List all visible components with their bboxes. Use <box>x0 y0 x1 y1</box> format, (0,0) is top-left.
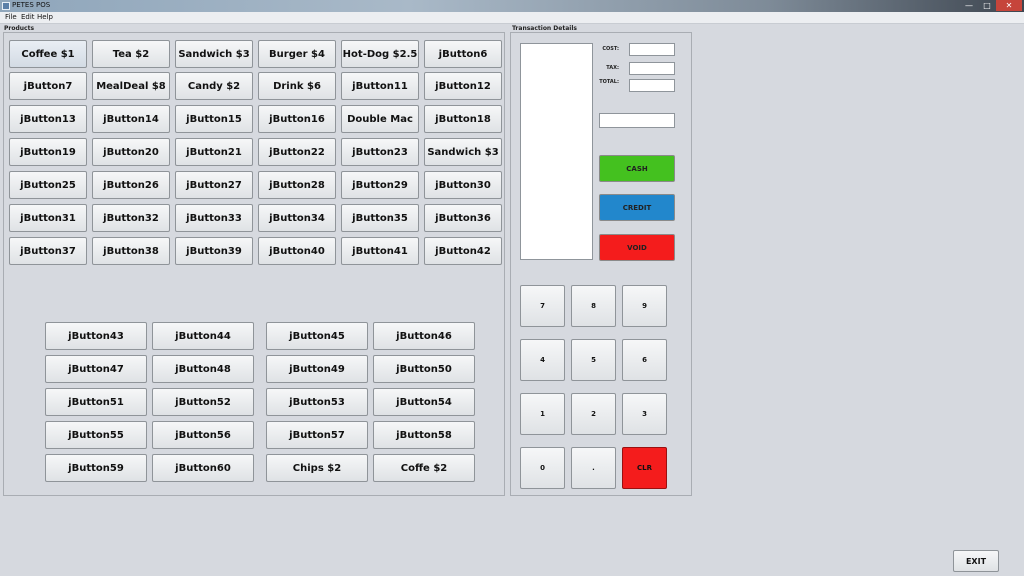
product-button[interactable]: Coffee $1 <box>9 40 87 68</box>
product-button[interactable]: jButton41 <box>341 237 419 265</box>
menu-file[interactable]: File <box>5 13 17 21</box>
product-button[interactable]: jButton29 <box>341 171 419 199</box>
menu-bar: File Edit Help <box>0 12 1024 24</box>
keypad-8-button[interactable]: 8 <box>571 285 616 327</box>
product-button[interactable]: jButton11 <box>341 72 419 100</box>
product-button[interactable]: jButton57 <box>266 421 368 449</box>
product-button[interactable]: jButton40 <box>258 237 336 265</box>
product-button[interactable]: jButton14 <box>92 105 170 133</box>
product-button[interactable]: Coffe $2 <box>373 454 475 482</box>
product-button[interactable]: Double Mac <box>341 105 419 133</box>
product-button[interactable]: Sandwich $3 <box>424 138 502 166</box>
transaction-label: Transaction Details <box>512 25 577 32</box>
product-button[interactable]: jButton44 <box>152 322 254 350</box>
product-button[interactable]: jButton47 <box>45 355 147 383</box>
product-button[interactable]: jButton35 <box>341 204 419 232</box>
cost-label: COST: <box>602 46 619 52</box>
product-button[interactable]: jButton42 <box>424 237 502 265</box>
product-button[interactable]: jButton58 <box>373 421 475 449</box>
tax-label: TAX: <box>606 65 619 71</box>
products-label: Products <box>4 25 35 32</box>
product-button[interactable]: jButton39 <box>175 237 253 265</box>
keypad-clear-button[interactable]: CLR <box>622 447 667 489</box>
amount-input[interactable] <box>599 113 675 128</box>
product-button[interactable]: jButton15 <box>175 105 253 133</box>
keypad-9-button[interactable]: 9 <box>622 285 667 327</box>
product-button[interactable]: jButton22 <box>258 138 336 166</box>
product-button[interactable]: jButton21 <box>175 138 253 166</box>
product-button[interactable]: jButton16 <box>258 105 336 133</box>
product-button[interactable]: jButton19 <box>9 138 87 166</box>
void-button[interactable]: VOID <box>599 234 675 261</box>
minimize-icon[interactable]: — <box>960 0 978 11</box>
product-button[interactable]: jButton18 <box>424 105 502 133</box>
product-button[interactable]: Candy $2 <box>175 72 253 100</box>
cash-button[interactable]: CASH <box>599 155 675 182</box>
product-button[interactable]: jButton33 <box>175 204 253 232</box>
product-button[interactable]: Burger $4 <box>258 40 336 68</box>
product-button[interactable]: jButton37 <box>9 237 87 265</box>
product-button[interactable]: jButton53 <box>266 388 368 416</box>
product-button[interactable]: jButton32 <box>92 204 170 232</box>
exit-button[interactable]: EXIT <box>953 550 999 572</box>
product-button[interactable]: jButton25 <box>9 171 87 199</box>
title-bar: PETES POS — □ ✕ <box>0 0 1024 12</box>
credit-button[interactable]: CREDIT <box>599 194 675 221</box>
product-button[interactable]: MealDeal $8 <box>92 72 170 100</box>
product-button[interactable]: Chips $2 <box>266 454 368 482</box>
product-button[interactable]: jButton56 <box>152 421 254 449</box>
product-button[interactable]: jButton6 <box>424 40 502 68</box>
product-button[interactable]: jButton54 <box>373 388 475 416</box>
product-button[interactable]: jButton27 <box>175 171 253 199</box>
keypad-4-button[interactable]: 4 <box>520 339 565 381</box>
product-button[interactable]: jButton7 <box>9 72 87 100</box>
product-button[interactable]: Drink $6 <box>258 72 336 100</box>
product-button[interactable]: jButton48 <box>152 355 254 383</box>
tax-field[interactable] <box>629 62 675 75</box>
product-button[interactable]: jButton28 <box>258 171 336 199</box>
product-button[interactable]: jButton20 <box>92 138 170 166</box>
product-button[interactable]: jButton13 <box>9 105 87 133</box>
product-button[interactable]: jButton31 <box>9 204 87 232</box>
product-button[interactable]: jButton59 <box>45 454 147 482</box>
product-button[interactable]: jButton23 <box>341 138 419 166</box>
keypad-1-button[interactable]: 1 <box>520 393 565 435</box>
total-label: TOTAL: <box>599 79 619 85</box>
keypad-2-button[interactable]: 2 <box>571 393 616 435</box>
app-icon <box>2 2 10 10</box>
cost-field[interactable] <box>629 43 675 56</box>
receipt-list[interactable] <box>520 43 593 260</box>
product-button[interactable]: Hot-Dog $2.5 <box>341 40 419 68</box>
keypad-5-button[interactable]: 5 <box>571 339 616 381</box>
keypad-3-button[interactable]: 3 <box>622 393 667 435</box>
menu-edit[interactable]: Edit <box>21 13 35 21</box>
product-button[interactable]: jButton30 <box>424 171 502 199</box>
maximize-icon[interactable]: □ <box>978 0 996 11</box>
total-field[interactable] <box>629 79 675 92</box>
product-button[interactable]: jButton43 <box>45 322 147 350</box>
product-button[interactable]: jButton46 <box>373 322 475 350</box>
product-button[interactable]: jButton55 <box>45 421 147 449</box>
keypad-6-button[interactable]: 6 <box>622 339 667 381</box>
window-controls: — □ ✕ <box>960 0 1022 12</box>
product-button[interactable]: Sandwich $3 <box>175 40 253 68</box>
product-button[interactable]: Tea $2 <box>92 40 170 68</box>
product-button[interactable]: jButton34 <box>258 204 336 232</box>
product-button[interactable]: jButton36 <box>424 204 502 232</box>
keypad-decimal-button[interactable]: . <box>571 447 616 489</box>
window-title: PETES POS <box>12 1 51 9</box>
product-button[interactable]: jButton49 <box>266 355 368 383</box>
product-button[interactable]: jButton12 <box>424 72 502 100</box>
keypad-7-button[interactable]: 7 <box>520 285 565 327</box>
menu-help[interactable]: Help <box>37 13 53 21</box>
product-button[interactable]: jButton26 <box>92 171 170 199</box>
product-button[interactable]: jButton38 <box>92 237 170 265</box>
product-button[interactable]: jButton50 <box>373 355 475 383</box>
product-button[interactable]: jButton52 <box>152 388 254 416</box>
close-icon[interactable]: ✕ <box>996 0 1022 11</box>
product-button[interactable]: jButton60 <box>152 454 254 482</box>
product-button[interactable]: jButton45 <box>266 322 368 350</box>
product-button[interactable]: jButton51 <box>45 388 147 416</box>
keypad-0-button[interactable]: 0 <box>520 447 565 489</box>
